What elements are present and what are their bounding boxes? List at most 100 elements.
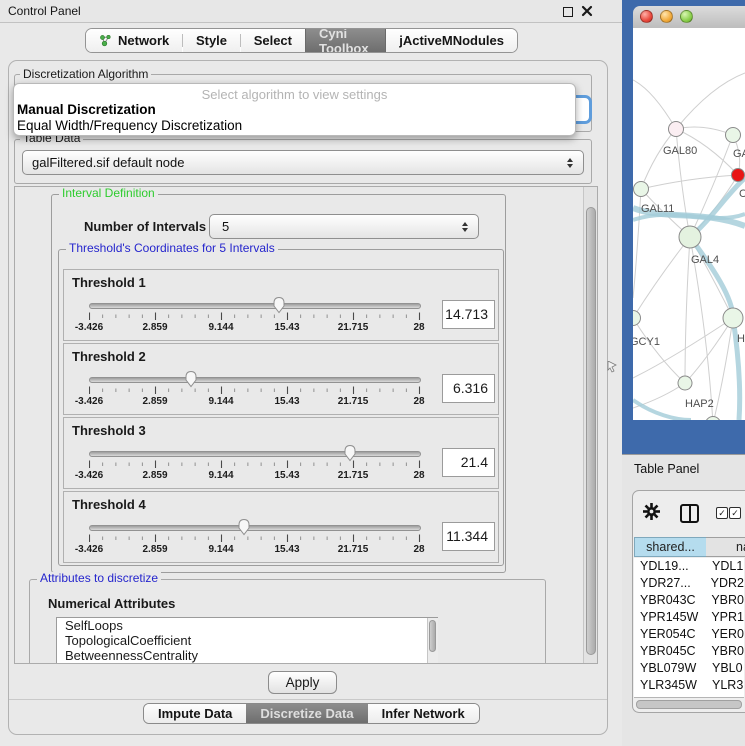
network-node[interactable] xyxy=(679,226,701,248)
settings-scrollbar[interactable] xyxy=(583,187,598,664)
zoom-traffic-light[interactable] xyxy=(680,10,693,23)
table-row[interactable]: YBR043CYBR0 xyxy=(634,592,744,609)
network-node[interactable] xyxy=(723,308,743,328)
tab-cyni-toolbox[interactable]: Cyni Toolbox xyxy=(305,29,386,52)
network-view-canvas[interactable]: GAL80GACGAL11GAL4GCY1HHAP2 xyxy=(633,28,745,420)
threshold-label: Threshold 2 xyxy=(72,349,146,364)
slider-ticks xyxy=(89,312,421,321)
tab-impute-data[interactable]: Impute Data xyxy=(144,704,246,723)
table-row[interactable]: YLR345WYLR3 xyxy=(634,677,744,694)
interval-definition-title: Interval Definition xyxy=(59,187,158,200)
slider-track[interactable] xyxy=(89,525,421,531)
tick-label: -3.426 xyxy=(75,544,103,555)
cell-shared-name: YER054C xyxy=(634,626,706,643)
network-node[interactable] xyxy=(669,122,684,137)
bottom-tab-bar: Impute DataDiscretize DataInfer Network xyxy=(143,703,480,724)
cell-shared-name: YDL19... xyxy=(634,558,707,575)
slider-thumb[interactable] xyxy=(237,518,251,536)
checkbox-icon[interactable]: ✓ xyxy=(729,507,741,519)
table-row[interactable]: YPR145WYPR1 xyxy=(634,609,744,626)
slider-thumb[interactable] xyxy=(343,444,357,462)
threshold-value-field[interactable]: 21.4 xyxy=(442,448,495,477)
attribute-list-item[interactable]: TopologicalCoefficient xyxy=(57,633,437,648)
tab-select[interactable]: Select xyxy=(241,29,305,52)
tick-label: 9.144 xyxy=(208,470,233,481)
table-rows: YDL19...YDL1YDR27...YDR2YBR043CYBR0YPR14… xyxy=(634,558,744,697)
tab-network[interactable]: Network xyxy=(86,29,182,52)
table-row[interactable]: YBR045CYBR0 xyxy=(634,643,744,660)
cell-name: YER0 xyxy=(706,626,744,643)
slider-thumb[interactable] xyxy=(272,296,286,314)
checkbox-icon[interactable]: ✓ xyxy=(716,507,728,519)
cell-name: YPR1 xyxy=(706,609,744,626)
settings-scrollbar-thumb[interactable] xyxy=(586,207,596,655)
table-row[interactable]: YER054CYER0 xyxy=(634,626,744,643)
dropdown-option[interactable]: Manual Discretization xyxy=(14,102,575,118)
table-row[interactable]: YDL19...YDL1 xyxy=(634,558,744,575)
tab-discretize-data[interactable]: Discretize Data xyxy=(246,704,367,723)
network-node[interactable] xyxy=(678,376,692,390)
tab-label: Style xyxy=(196,33,227,48)
window-title: Control Panel xyxy=(8,0,81,22)
close-traffic-light[interactable] xyxy=(640,10,653,23)
threshold-box-2: Threshold 2-3.4262.8599.14415.4321.71528… xyxy=(63,343,499,415)
tick-label: 21.715 xyxy=(338,544,369,555)
tick-label: 28 xyxy=(413,396,424,407)
table-row[interactable]: YDR27...YDR2 xyxy=(634,575,744,592)
slider-ticks xyxy=(89,534,421,543)
number-of-intervals-value: 5 xyxy=(210,219,460,234)
apply-button[interactable]: Apply xyxy=(268,671,337,694)
network-node[interactable] xyxy=(634,182,649,197)
gear-icon[interactable] xyxy=(642,502,661,521)
network-node[interactable] xyxy=(726,128,741,143)
tab-infer-network[interactable]: Infer Network xyxy=(368,704,479,723)
tick-label: 21.715 xyxy=(338,396,369,407)
threshold-value-field[interactable]: 11.344 xyxy=(442,522,495,551)
settings-scrollpane: Interval Definition Number of Intervals … xyxy=(14,186,598,664)
network-node[interactable] xyxy=(633,311,641,326)
tick-label: 15.43 xyxy=(274,322,299,333)
minimize-traffic-light[interactable] xyxy=(660,10,673,23)
threshold-box-4: Threshold 4-3.4262.8599.14415.4321.71528… xyxy=(63,491,499,563)
threshold-value-field[interactable]: 14.713 xyxy=(442,300,495,329)
network-node[interactable] xyxy=(706,417,721,421)
mouse-cursor xyxy=(607,361,617,373)
tab-style[interactable]: Style xyxy=(183,29,240,52)
attributes-group-title: Attributes to discretize xyxy=(37,572,161,585)
table-horizontal-scrollbar[interactable] xyxy=(634,697,744,709)
table-header-name[interactable]: na xyxy=(706,537,745,557)
table-data-combobox[interactable]: galFiltered.sif default node xyxy=(22,150,584,175)
slider-track[interactable] xyxy=(89,303,421,309)
attributes-list-scrollbar-thumb[interactable] xyxy=(429,620,436,652)
tab-jactivemnodules[interactable]: jActiveMNodules xyxy=(386,29,517,52)
close-icon[interactable] xyxy=(581,5,593,17)
cell-name: YBR0 xyxy=(706,643,744,660)
slider-track[interactable] xyxy=(89,377,421,383)
attributes-list-scrollbar[interactable] xyxy=(427,618,438,664)
cell-shared-name: YBL079W xyxy=(634,660,707,677)
float-window-icon[interactable] xyxy=(563,7,573,17)
cell-name: YLR3 xyxy=(707,677,743,694)
tick-label: 2.859 xyxy=(142,322,167,333)
numerical-attributes-list[interactable]: SelfLoopsTopologicalCoefficientBetweenne… xyxy=(56,617,438,664)
numerical-attributes-header: Numerical Attributes xyxy=(48,596,175,611)
dropdown-option[interactable]: Equal Width/Frequency Discretization xyxy=(14,118,575,134)
slider-ticks xyxy=(89,460,421,469)
tick-label: 28 xyxy=(413,544,424,555)
node-label: HAP2 xyxy=(685,398,714,410)
column-split-icon[interactable] xyxy=(680,504,699,523)
number-of-intervals-combobox[interactable]: 5 xyxy=(209,214,479,239)
threshold-value-field[interactable]: 6.316 xyxy=(442,374,495,403)
slider-track[interactable] xyxy=(89,451,421,457)
table-horizontal-scrollbar-thumb[interactable] xyxy=(636,700,742,709)
cell-name: YBR0 xyxy=(706,592,744,609)
tick-label: 15.43 xyxy=(274,544,299,555)
table-row[interactable]: YBL079WYBL0 xyxy=(634,660,744,677)
slider-thumb[interactable] xyxy=(184,370,198,388)
cell-name: YBL0 xyxy=(707,660,743,677)
network-node[interactable] xyxy=(732,169,745,182)
cell-name: YDL1 xyxy=(707,558,743,575)
attribute-list-item[interactable]: BetweennessCentrality xyxy=(57,648,437,663)
table-header-shared[interactable]: shared... xyxy=(634,537,707,557)
attribute-list-item[interactable]: SelfLoops xyxy=(57,618,437,633)
